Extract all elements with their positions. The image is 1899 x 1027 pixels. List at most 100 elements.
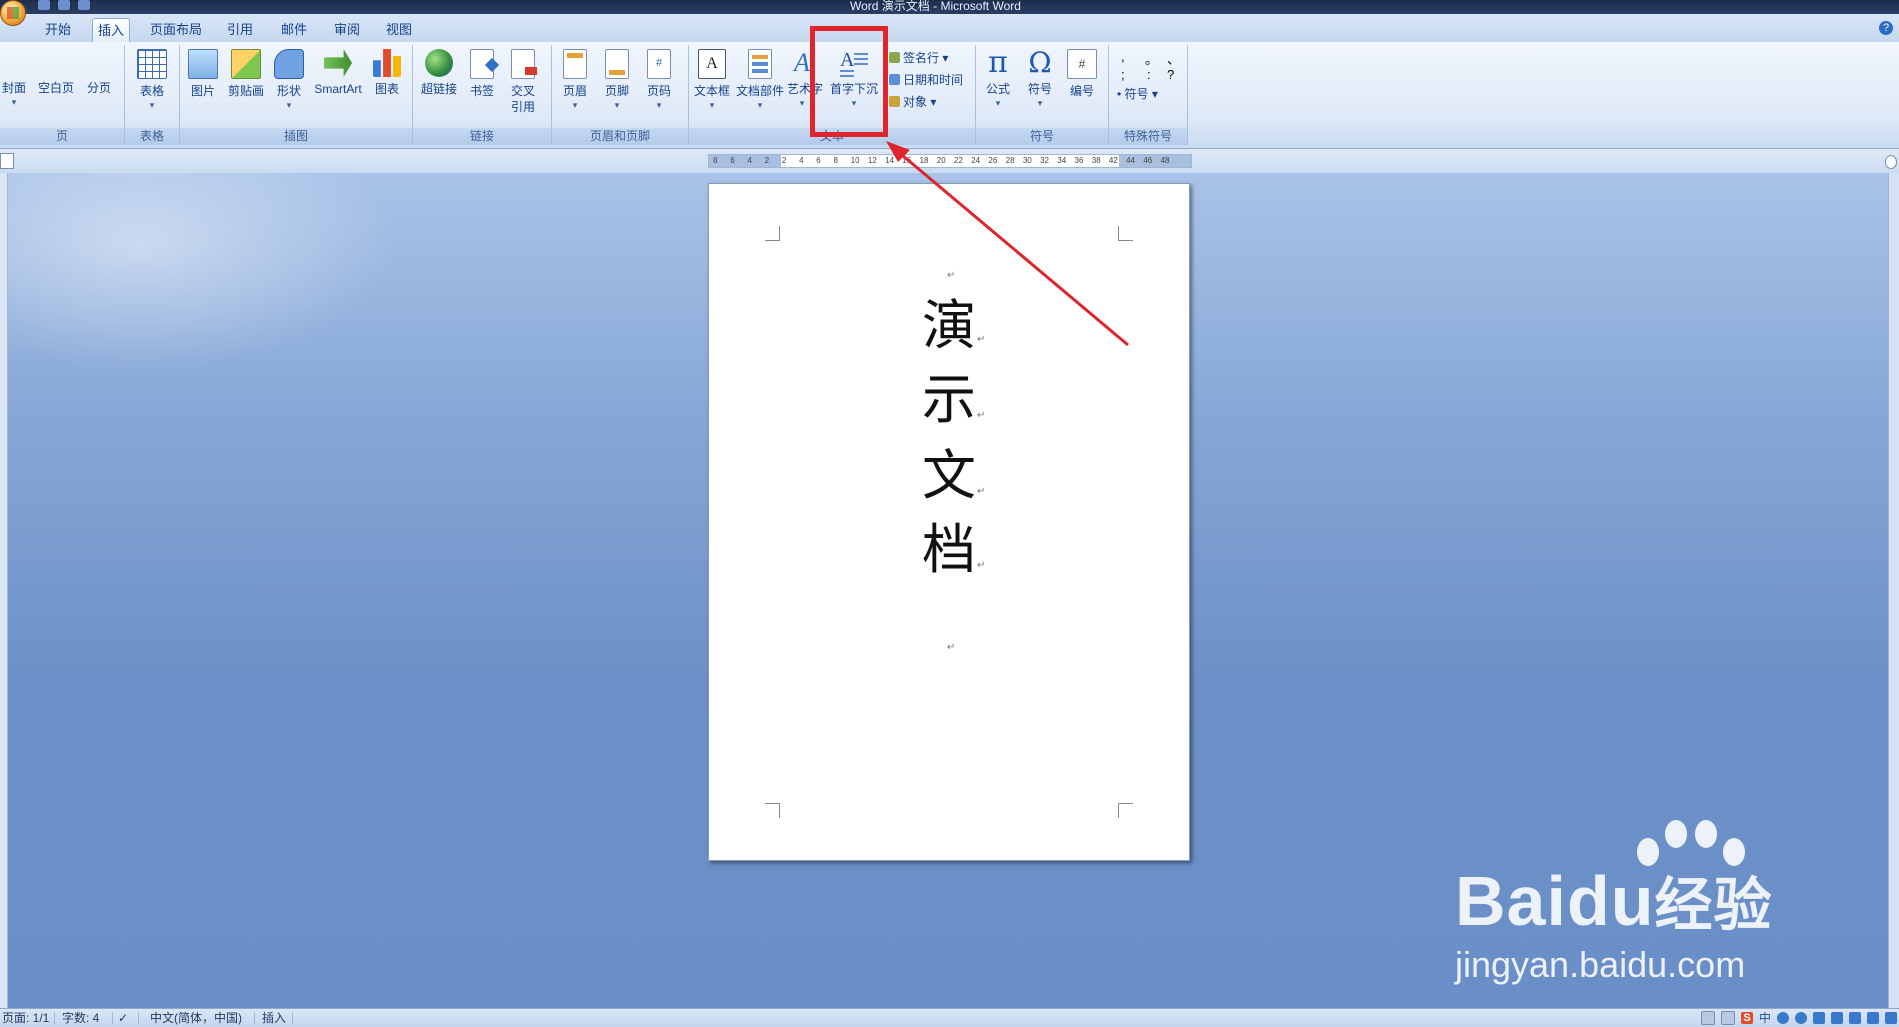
- special-symbol-button[interactable]: • 符号 ▾: [1117, 85, 1158, 103]
- tab-references[interactable]: 引用: [222, 18, 258, 42]
- chevron-down-icon: ▾: [757, 100, 763, 110]
- cross-reference-button[interactable]: 交叉 引用: [505, 49, 541, 115]
- symbol-button[interactable]: Ω 符号 ▾: [1022, 49, 1058, 109]
- office-button[interactable]: [0, 0, 26, 26]
- tab-view[interactable]: 视图: [381, 18, 417, 42]
- ruler-strip[interactable]: 8 6 4 2 2 4 6 8 10 12 14 16 18 20 22 24 26 28 30 32 34 36 38 42…: [708, 154, 1192, 168]
- microphone-icon[interactable]: [1813, 1012, 1825, 1024]
- ruler-tick-label: 36: [1074, 156, 1084, 165]
- redo-icon[interactable]: [78, 0, 90, 10]
- ruler-tick-label: 2: [781, 156, 787, 165]
- ruler-tick-label: 32: [1040, 156, 1049, 165]
- document-line[interactable]: 演: [919, 296, 979, 356]
- tab-selector[interactable]: [0, 153, 14, 169]
- special-glyph[interactable]: ?: [1167, 67, 1174, 82]
- ime-language[interactable]: 中: [1759, 1009, 1771, 1027]
- toolbox-icon[interactable]: [1885, 1012, 1897, 1024]
- picture-button[interactable]: 图片: [186, 49, 220, 99]
- page-number-icon: #: [647, 49, 671, 79]
- chart-button[interactable]: 图表: [370, 49, 404, 97]
- save-icon[interactable]: [38, 0, 50, 10]
- print-layout-icon[interactable]: [1700, 1011, 1715, 1025]
- ruler-tick-label: 4: [799, 156, 804, 165]
- document-line[interactable]: 文: [919, 446, 979, 506]
- document-page[interactable]: ↵ 演 ↵ 示 ↵ 文 ↵ 档 ↵ ↵: [708, 183, 1190, 861]
- text-box-button[interactable]: A 文本框 ▾: [693, 49, 731, 111]
- tab-home[interactable]: 开始: [40, 18, 76, 42]
- tab-page-layout[interactable]: 页面布局: [146, 18, 206, 42]
- view-ruler-icon[interactable]: [1885, 155, 1897, 169]
- numbering-button[interactable]: # 编号: [1064, 49, 1100, 99]
- clip-art-button[interactable]: 剪贴画: [226, 49, 266, 99]
- special-glyph[interactable]: ;: [1121, 67, 1125, 82]
- ruler-tick-label: 8: [713, 156, 718, 165]
- footer-button[interactable]: 页脚 ▾: [600, 49, 634, 111]
- ruler-tick-label: 8: [833, 156, 838, 165]
- special-glyph[interactable]: ,: [1121, 49, 1125, 64]
- header-button[interactable]: 页眉 ▾: [558, 49, 592, 111]
- quick-parts-button[interactable]: 文档部件 ▾: [735, 49, 785, 111]
- punctuation-icon[interactable]: [1777, 1012, 1789, 1024]
- group-label-pages: 页: [0, 128, 124, 145]
- skin-icon[interactable]: [1867, 1012, 1879, 1024]
- ruler-ticks: 8 6 4 2 2 4 6 8 10 12 14 16 18 20 22 24 26 28 30 32 34 36 38 42…: [709, 155, 1191, 167]
- vertical-scrollbar[interactable]: [1888, 173, 1899, 1008]
- date-time-button[interactable]: 日期和时间: [889, 71, 963, 89]
- proofing-icon[interactable]: ✓: [118, 1009, 128, 1027]
- tab-mailings[interactable]: 邮件: [276, 18, 312, 42]
- smartart-icon: [324, 49, 352, 77]
- status-language[interactable]: 中文(简体，中国): [150, 1009, 242, 1027]
- document-line[interactable]: 示: [919, 370, 979, 430]
- ruler-tick-label: 28: [1005, 156, 1015, 165]
- group-label-tables: 表格: [125, 128, 179, 145]
- ruler-tick-label: 12: [867, 156, 877, 165]
- ruler-tick-label: 34: [1057, 156, 1067, 165]
- ruler-tick-label: 46: [1143, 156, 1153, 165]
- shapes-icon: [274, 49, 304, 79]
- keyboard-icon[interactable]: [1831, 1012, 1843, 1024]
- object-button[interactable]: 对象 ▾: [889, 93, 936, 111]
- special-glyph[interactable]: 、: [1167, 49, 1180, 68]
- system-tray: S 中: [1700, 1009, 1897, 1027]
- ruler-tick-label: 18: [919, 156, 929, 165]
- picture-icon: [188, 49, 218, 79]
- page-break-button[interactable]: 分页: [82, 49, 818, 259]
- ruler-tick-label: 2: [764, 156, 770, 165]
- page-number-button[interactable]: # 页码 ▾: [642, 49, 676, 111]
- full-screen-icon[interactable]: [1720, 1011, 1735, 1025]
- status-page[interactable]: 页面: 1/1: [2, 1009, 49, 1027]
- cover-page-button[interactable]: 封面 ▾: [0, 49, 733, 259]
- group-special-symbols: , 。 、 ; : ? • 符号 ▾ 特殊符号: [1109, 45, 1188, 145]
- emoji-icon[interactable]: [1795, 1012, 1807, 1024]
- special-glyph[interactable]: 。: [1145, 49, 1158, 68]
- special-glyph[interactable]: :: [1147, 67, 1151, 82]
- bookmark-button[interactable]: 书签: [465, 49, 499, 99]
- signature-line-button[interactable]: 签名行 ▾: [889, 49, 948, 67]
- help-icon[interactable]: ?: [1879, 21, 1893, 35]
- chevron-down-icon: ▾: [286, 100, 292, 110]
- chevron-down-icon: ▾: [656, 100, 662, 110]
- chevron-down-icon: ▾: [1151, 87, 1158, 101]
- smartart-button[interactable]: SmartArt: [310, 49, 366, 97]
- paragraph-mark: ↵: [977, 486, 986, 497]
- hyperlink-button[interactable]: 超链接: [417, 49, 461, 97]
- status-insert-mode[interactable]: 插入: [262, 1009, 286, 1027]
- equation-button[interactable]: π 公式 ▾: [980, 48, 1016, 109]
- undo-icon[interactable]: [58, 0, 70, 10]
- user-icon[interactable]: [1849, 1012, 1861, 1024]
- document-line[interactable]: 档: [919, 520, 979, 580]
- blank-page-button[interactable]: 空白页: [36, 49, 775, 259]
- status-bar: 页面: 1/1 字数: 4 ✓ 中文(简体，中国) 插入 S 中: [0, 1008, 1899, 1027]
- tab-insert[interactable]: 插入: [92, 18, 130, 42]
- horizontal-ruler[interactable]: 8 6 4 2 2 4 6 8 10 12 14 16 18 20 22 24 26 28 30 32 34 36 38 42…: [0, 149, 1899, 173]
- bullet-icon: •: [1117, 87, 1122, 101]
- status-word-count[interactable]: 字数: 4: [62, 1009, 99, 1027]
- tab-review[interactable]: 审阅: [329, 18, 365, 42]
- ruler-tick-label: 24: [971, 156, 981, 165]
- paragraph-mark: ↵: [977, 410, 986, 421]
- group-symbols: π 公式 ▾ Ω 符号 ▾ # 编号 符号: [976, 45, 1109, 145]
- shapes-button[interactable]: 形状 ▾: [272, 49, 306, 111]
- sogou-ime-icon[interactable]: S: [1740, 1012, 1753, 1024]
- table-button[interactable]: 表格 ▾: [133, 49, 171, 111]
- header-icon: [563, 49, 587, 79]
